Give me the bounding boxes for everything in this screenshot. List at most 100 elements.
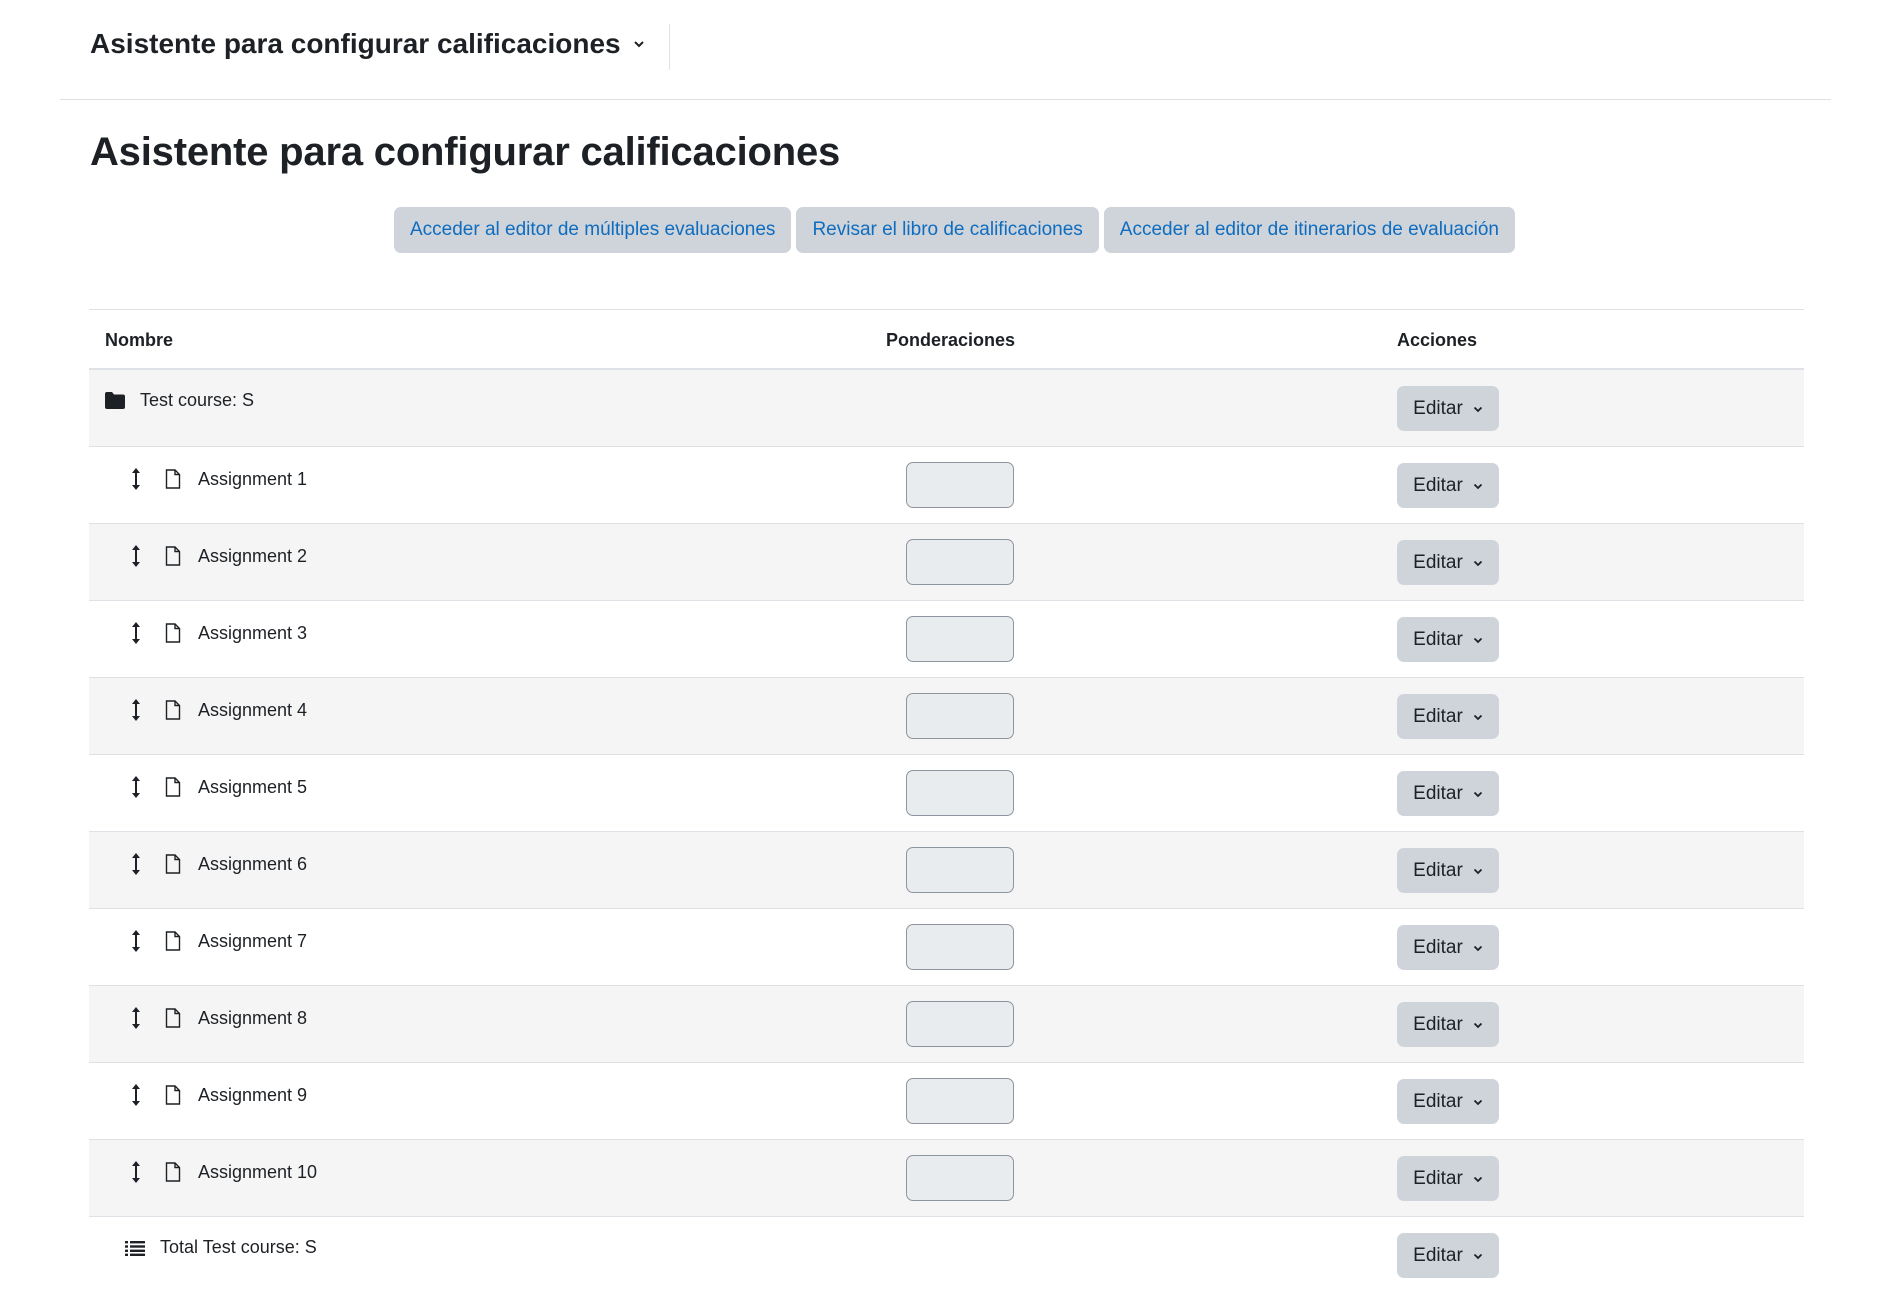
grade-item-name: Assignment 10	[198, 1161, 318, 1182]
chevron-down-icon	[1473, 712, 1483, 722]
page-selector-label: Asistente para configurar calificaciones	[90, 28, 621, 59]
navbar-divider	[669, 24, 670, 70]
edit-menu-button[interactable]: Editar	[1397, 694, 1499, 739]
grade-setup-table: Nombre Ponderaciones Acciones Test cours…	[89, 309, 1804, 1294]
grade-item-name-cell: Assignment 5	[105, 775, 307, 799]
chevron-down-icon	[1473, 1097, 1483, 1107]
grade-item-name: Assignment 5	[198, 776, 308, 797]
grade-item-name: Assignment 4	[198, 699, 308, 720]
course-total-row: Total Test course: S Editar	[89, 1217, 1804, 1294]
grade-item-name-cell: Assignment 9	[105, 1083, 307, 1107]
chevron-down-icon	[1473, 1020, 1483, 1030]
file-icon	[163, 1162, 183, 1182]
file-icon	[163, 469, 183, 489]
course-total-name: Total Test course: S	[160, 1237, 317, 1257]
chevron-down-icon	[1473, 943, 1483, 953]
file-icon	[163, 700, 183, 720]
edit-menu-button[interactable]: Editar	[1397, 771, 1499, 816]
edit-label: Editar	[1413, 474, 1463, 496]
edit-label: Editar	[1413, 551, 1463, 573]
weight-input[interactable]	[906, 924, 1014, 970]
grade-item-name: Assignment 9	[198, 1084, 308, 1105]
column-header-actions: Acciones	[1397, 330, 1478, 350]
file-icon	[163, 623, 183, 643]
edit-label: Editar	[1413, 859, 1463, 881]
page-selector-menu[interactable]: Asistente para configurar calificaciones	[90, 28, 647, 60]
edit-label: Editar	[1413, 1167, 1463, 1189]
chevron-down-icon	[1473, 866, 1483, 876]
move-icon[interactable]	[129, 698, 143, 722]
move-icon[interactable]	[129, 544, 143, 568]
move-icon[interactable]	[129, 775, 143, 799]
file-icon	[163, 931, 183, 951]
grade-item-row: Assignment 3 Editar	[89, 601, 1804, 678]
file-icon	[163, 854, 183, 874]
edit-label: Editar	[1413, 628, 1463, 650]
list-icon	[125, 1238, 145, 1258]
edit-menu-button[interactable]: Editar	[1397, 617, 1499, 662]
course-row: Test course: S Editar	[89, 370, 1804, 447]
move-icon[interactable]	[129, 1083, 143, 1107]
chevron-down-icon	[1473, 789, 1483, 799]
itinerary-editor-button[interactable]: Acceder al editor de itinerarios de eval…	[1103, 207, 1515, 253]
grade-item-row: Assignment 6 Editar	[89, 832, 1804, 909]
table-header: Nombre Ponderaciones Acciones	[89, 309, 1804, 370]
grade-item-name-cell: Assignment 8	[105, 1006, 307, 1030]
chevron-down-icon	[1473, 1174, 1483, 1184]
chevron-down-icon	[1473, 558, 1483, 568]
course-name: Test course: S	[140, 390, 255, 410]
grade-item-name-cell: Assignment 1	[105, 467, 307, 491]
grade-item-name-cell: Assignment 10	[105, 1160, 317, 1184]
move-icon[interactable]	[129, 929, 143, 953]
move-icon[interactable]	[129, 1006, 143, 1030]
chevron-down-icon	[633, 37, 647, 51]
edit-label: Editar	[1413, 705, 1463, 727]
edit-menu-button[interactable]: Editar	[1397, 925, 1499, 970]
edit-label: Editar	[1413, 936, 1463, 958]
weight-input[interactable]	[906, 462, 1014, 508]
weight-input[interactable]	[906, 539, 1014, 585]
weight-input[interactable]	[906, 1001, 1014, 1047]
grade-item-name: Assignment 1	[198, 468, 308, 489]
column-header-weights: Ponderaciones	[886, 330, 1016, 350]
grade-item-row: Assignment 10 Editar	[89, 1140, 1804, 1217]
edit-menu-button[interactable]: Editar	[1397, 386, 1499, 431]
edit-menu-button[interactable]: Editar	[1397, 1156, 1499, 1201]
grade-item-name: Assignment 6	[198, 853, 308, 874]
edit-menu-button[interactable]: Editar	[1397, 1233, 1499, 1278]
edit-label: Editar	[1413, 1013, 1463, 1035]
move-icon[interactable]	[129, 852, 143, 876]
grade-item-name-cell: Assignment 6	[105, 852, 307, 876]
chevron-down-icon	[1473, 404, 1483, 414]
edit-label: Editar	[1413, 1090, 1463, 1112]
weight-input[interactable]	[906, 847, 1014, 893]
chevron-down-icon	[1473, 635, 1483, 645]
grade-item-row: Assignment 9 Editar	[89, 1063, 1804, 1140]
grade-item-name-cell: Assignment 4	[105, 698, 307, 722]
grade-item-name: Assignment 8	[198, 1007, 308, 1028]
weight-input[interactable]	[906, 1078, 1014, 1124]
move-icon[interactable]	[129, 1160, 143, 1184]
weight-input[interactable]	[906, 1155, 1014, 1201]
multi-edit-button[interactable]: Acceder al editor de múltiples evaluacio…	[394, 207, 792, 253]
edit-menu-button[interactable]: Editar	[1397, 848, 1499, 893]
weight-input[interactable]	[906, 770, 1014, 816]
folder-icon	[105, 391, 125, 411]
grade-item-name-cell: Assignment 7	[105, 929, 307, 953]
grade-item-row: Assignment 4 Editar	[89, 678, 1804, 755]
edit-menu-button[interactable]: Editar	[1397, 463, 1499, 508]
edit-menu-button[interactable]: Editar	[1397, 1002, 1499, 1047]
move-icon[interactable]	[129, 467, 143, 491]
grade-item-row: Assignment 1 Editar	[89, 447, 1804, 524]
page-title: Asistente para configurar calificaciones	[90, 130, 841, 174]
move-icon[interactable]	[129, 621, 143, 645]
weight-input[interactable]	[906, 616, 1014, 662]
file-icon	[163, 1008, 183, 1028]
top-navbar: Asistente para configurar calificaciones	[60, 0, 1831, 100]
file-icon	[163, 546, 183, 566]
edit-menu-button[interactable]: Editar	[1397, 540, 1499, 585]
weight-input[interactable]	[906, 693, 1014, 739]
edit-menu-button[interactable]: Editar	[1397, 1079, 1499, 1124]
edit-label: Editar	[1413, 1244, 1463, 1266]
review-gradebook-button[interactable]: Revisar el libro de calificaciones	[796, 207, 1099, 253]
